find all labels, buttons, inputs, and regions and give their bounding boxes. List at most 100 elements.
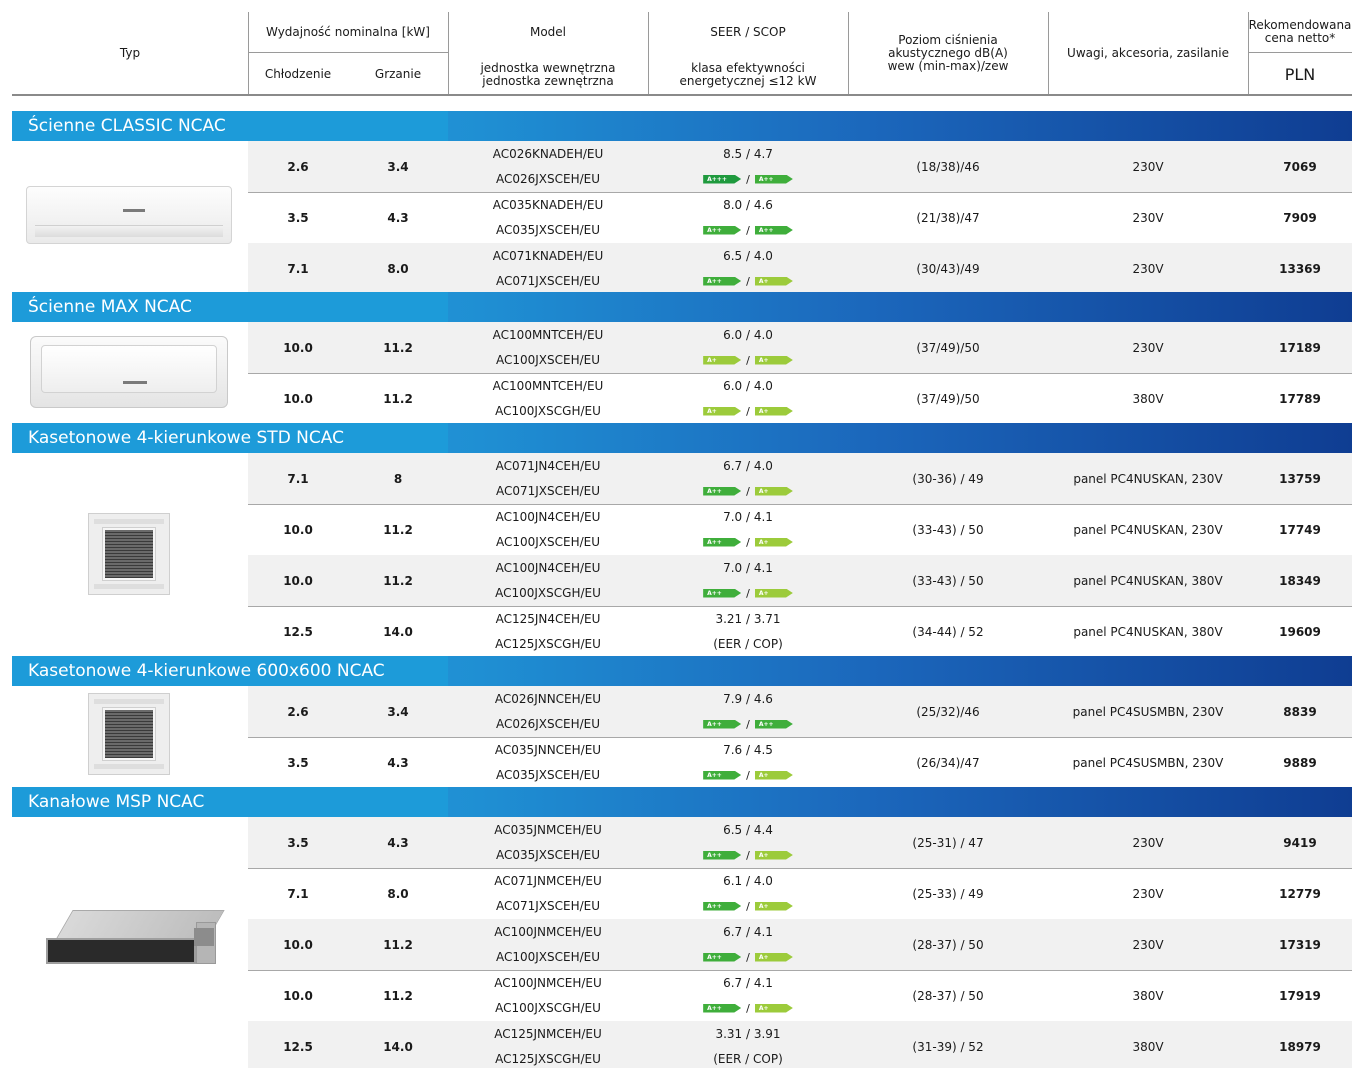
section-header: Kanałowe MSP NCAC: [12, 787, 1352, 817]
indoor-model: AC100MNTCEH/EU: [492, 379, 604, 393]
energy-class-badges: A++ / A+: [701, 996, 795, 1021]
section-header: Kasetonowe 4-kierunkowe STD NCAC: [12, 423, 1352, 453]
net-price: 17319: [1279, 937, 1321, 952]
net-price: 13759: [1279, 471, 1321, 486]
seer-cell: 6.5 / 4.0 A++ / A+: [648, 243, 848, 294]
heating-capacity: 11.2: [383, 391, 413, 406]
energy-class-cooling-badge: A++: [703, 719, 742, 729]
model-cell: AC100JNMCEH/EU AC100JXSCEH/EU: [448, 919, 648, 970]
notes-cell: 230V: [1132, 340, 1164, 355]
table-row: 10.0 11.2 AC100JN4CEH/EU AC100JXSCEH/EU 7.0 …: [248, 504, 1352, 555]
section-title: Kasetonowe 4-kierunkowe 600x600 NCAC: [12, 656, 448, 686]
energy-class-heating-badge: A+: [754, 588, 793, 598]
indoor-model: AC071JN4CEH/EU: [495, 459, 601, 473]
badge-separator: /: [746, 274, 750, 288]
noise-level: (31-39) / 52: [912, 1039, 984, 1054]
heating-capacity: 3.4: [387, 159, 409, 174]
header-cooling: Chłodzenie: [264, 66, 332, 81]
cooling-capacity: 2.6: [287, 159, 309, 174]
seer-scop-value: 6.0 / 4.0: [723, 328, 773, 342]
section-title: Ścienne MAX NCAC: [12, 292, 448, 322]
badge-separator: /: [746, 535, 750, 549]
cooling-capacity: 3.5: [287, 835, 309, 850]
notes-cell: panel PC4NUSKAN, 380V: [1073, 624, 1223, 639]
wall-unit-classic-image: [26, 186, 232, 244]
model-cell: AC071JNMCEH/EU AC071JXSCEH/EU: [448, 868, 648, 919]
indoor-model: AC100JN4CEH/EU: [495, 561, 601, 575]
noise-level: (30-36) / 49: [912, 471, 984, 486]
seer-scop-value: 6.7 / 4.0: [723, 459, 773, 473]
table-row: 7.1 8 AC071JN4CEH/EU AC071JXSCEH/EU 6.7 / 4.…: [248, 453, 1352, 504]
noise-level: (25-31) / 47: [912, 835, 984, 850]
cooling-capacity: 7.1: [287, 886, 309, 901]
notes-cell: 380V: [1132, 391, 1164, 406]
energy-class-badges: A++ / A+: [701, 843, 795, 868]
net-price: 17189: [1279, 340, 1321, 355]
energy-class-cooling-badge: A++: [703, 1003, 742, 1013]
energy-class-badges: A++ / A+: [701, 763, 795, 788]
notes-cell: panel PC4NUSKAN, 230V: [1073, 522, 1223, 537]
net-price: 7069: [1283, 159, 1317, 174]
seer-cell: 6.1 / 4.0 A++ / A+: [648, 868, 848, 919]
table-row: 10.0 11.2 AC100MNTCEH/EU AC100JXSCEH/EU 6.0 …: [248, 322, 1352, 373]
badge-separator: /: [746, 1001, 750, 1015]
heating-capacity: 11.2: [383, 988, 413, 1003]
noise-level: (37/49)/50: [916, 340, 980, 355]
seer-scop-value: 6.0 / 4.0: [723, 379, 773, 393]
model-cell: AC125JN4CEH/EU AC125JXSCGH/EU: [448, 606, 648, 657]
badge-separator: /: [746, 717, 750, 731]
energy-class-cooling-badge: A++: [703, 537, 742, 547]
outdoor-model: AC100JXSCGH/EU: [495, 404, 601, 418]
heating-capacity: 8: [393, 471, 403, 486]
notes-cell: 230V: [1132, 835, 1164, 850]
energy-class-heating-badge: A+: [754, 770, 793, 780]
cooling-capacity: 10.0: [283, 937, 313, 952]
notes-cell: panel PC4SUSMBN, 230V: [1072, 704, 1224, 719]
notes-cell: 230V: [1132, 261, 1164, 276]
energy-class-cooling-badge: A++: [703, 225, 742, 235]
header-seer-limit: energetycznej ≤12 kW: [679, 74, 817, 88]
table-row: 3.5 4.3 AC035JNMCEH/EU AC035JXSCEH/EU 6.5 / …: [248, 817, 1352, 868]
badge-separator: /: [746, 484, 750, 498]
seer-cell: 6.0 / 4.0 A+ / A+: [648, 322, 848, 373]
table-row: 3.5 4.3 AC035KNADEH/EU AC035JXSCEH/EU 8.0 / …: [248, 192, 1352, 243]
section-title: Kanałowe MSP NCAC: [12, 787, 448, 817]
net-price: 13369: [1279, 261, 1321, 276]
energy-class-badges: A+ / A+: [701, 348, 795, 373]
energy-class-heating-badge: A+: [754, 355, 793, 365]
table-row: 12.5 14.0 AC125JNMCEH/EU AC125JXSCGH/EU 3.31…: [248, 1021, 1352, 1068]
cooling-capacity: 12.5: [283, 624, 313, 639]
net-price: 9889: [1283, 755, 1317, 770]
indoor-model: AC035JNMCEH/EU: [494, 823, 602, 837]
energy-class-heating-badge: A+: [754, 850, 793, 860]
cassette-unit-std-image: [88, 513, 170, 595]
section-header: Ścienne MAX NCAC: [12, 292, 1352, 322]
energy-class-badges: A+ / A+: [701, 399, 795, 424]
cooling-capacity: 7.1: [287, 261, 309, 276]
model-cell: AC071KNADEH/EU AC071JXSCEH/EU: [448, 243, 648, 294]
indoor-model: AC035KNADEH/EU: [492, 198, 604, 212]
header-noise: Poziom ciśnienia akustycznego dB(A) wew …: [848, 12, 1048, 94]
badge-separator: /: [746, 172, 750, 186]
cooling-capacity: 10.0: [283, 988, 313, 1003]
noise-level: (37/49)/50: [916, 391, 980, 406]
noise-level: (18/38)/46: [916, 159, 980, 174]
model-cell: AC100MNTCEH/EU AC100JXSCEH/EU: [448, 322, 648, 373]
model-cell: AC100MNTCEH/EU AC100JXSCGH/EU: [448, 373, 648, 424]
energy-class-heating-badge: A+: [754, 952, 793, 962]
model-cell: AC026JNNCEH/EU AC026JXSCEH/EU: [448, 686, 648, 737]
energy-class-cooling-badge: A++: [703, 486, 742, 496]
outdoor-model: AC100JXSCEH/EU: [495, 535, 601, 549]
outdoor-model: AC026JXSCEH/EU: [495, 717, 601, 731]
net-price: 17749: [1279, 522, 1321, 537]
seer-cell: 6.0 / 4.0 A+ / A+: [648, 373, 848, 424]
noise-level: (34-44) / 52: [912, 624, 984, 639]
seer-scop-value: 6.1 / 4.0: [723, 874, 773, 888]
seer-scop-value: 3.31 / 3.91: [715, 1027, 781, 1041]
seer-scop-value: 7.0 / 4.1: [723, 510, 773, 524]
cooling-capacity: 10.0: [283, 340, 313, 355]
cassette-unit-600-image: [88, 693, 170, 775]
noise-level: (28-37) / 50: [912, 937, 984, 952]
outdoor-model: AC125JXSCGH/EU: [495, 637, 601, 651]
header-noise-line1: Poziom ciśnienia: [898, 32, 998, 47]
